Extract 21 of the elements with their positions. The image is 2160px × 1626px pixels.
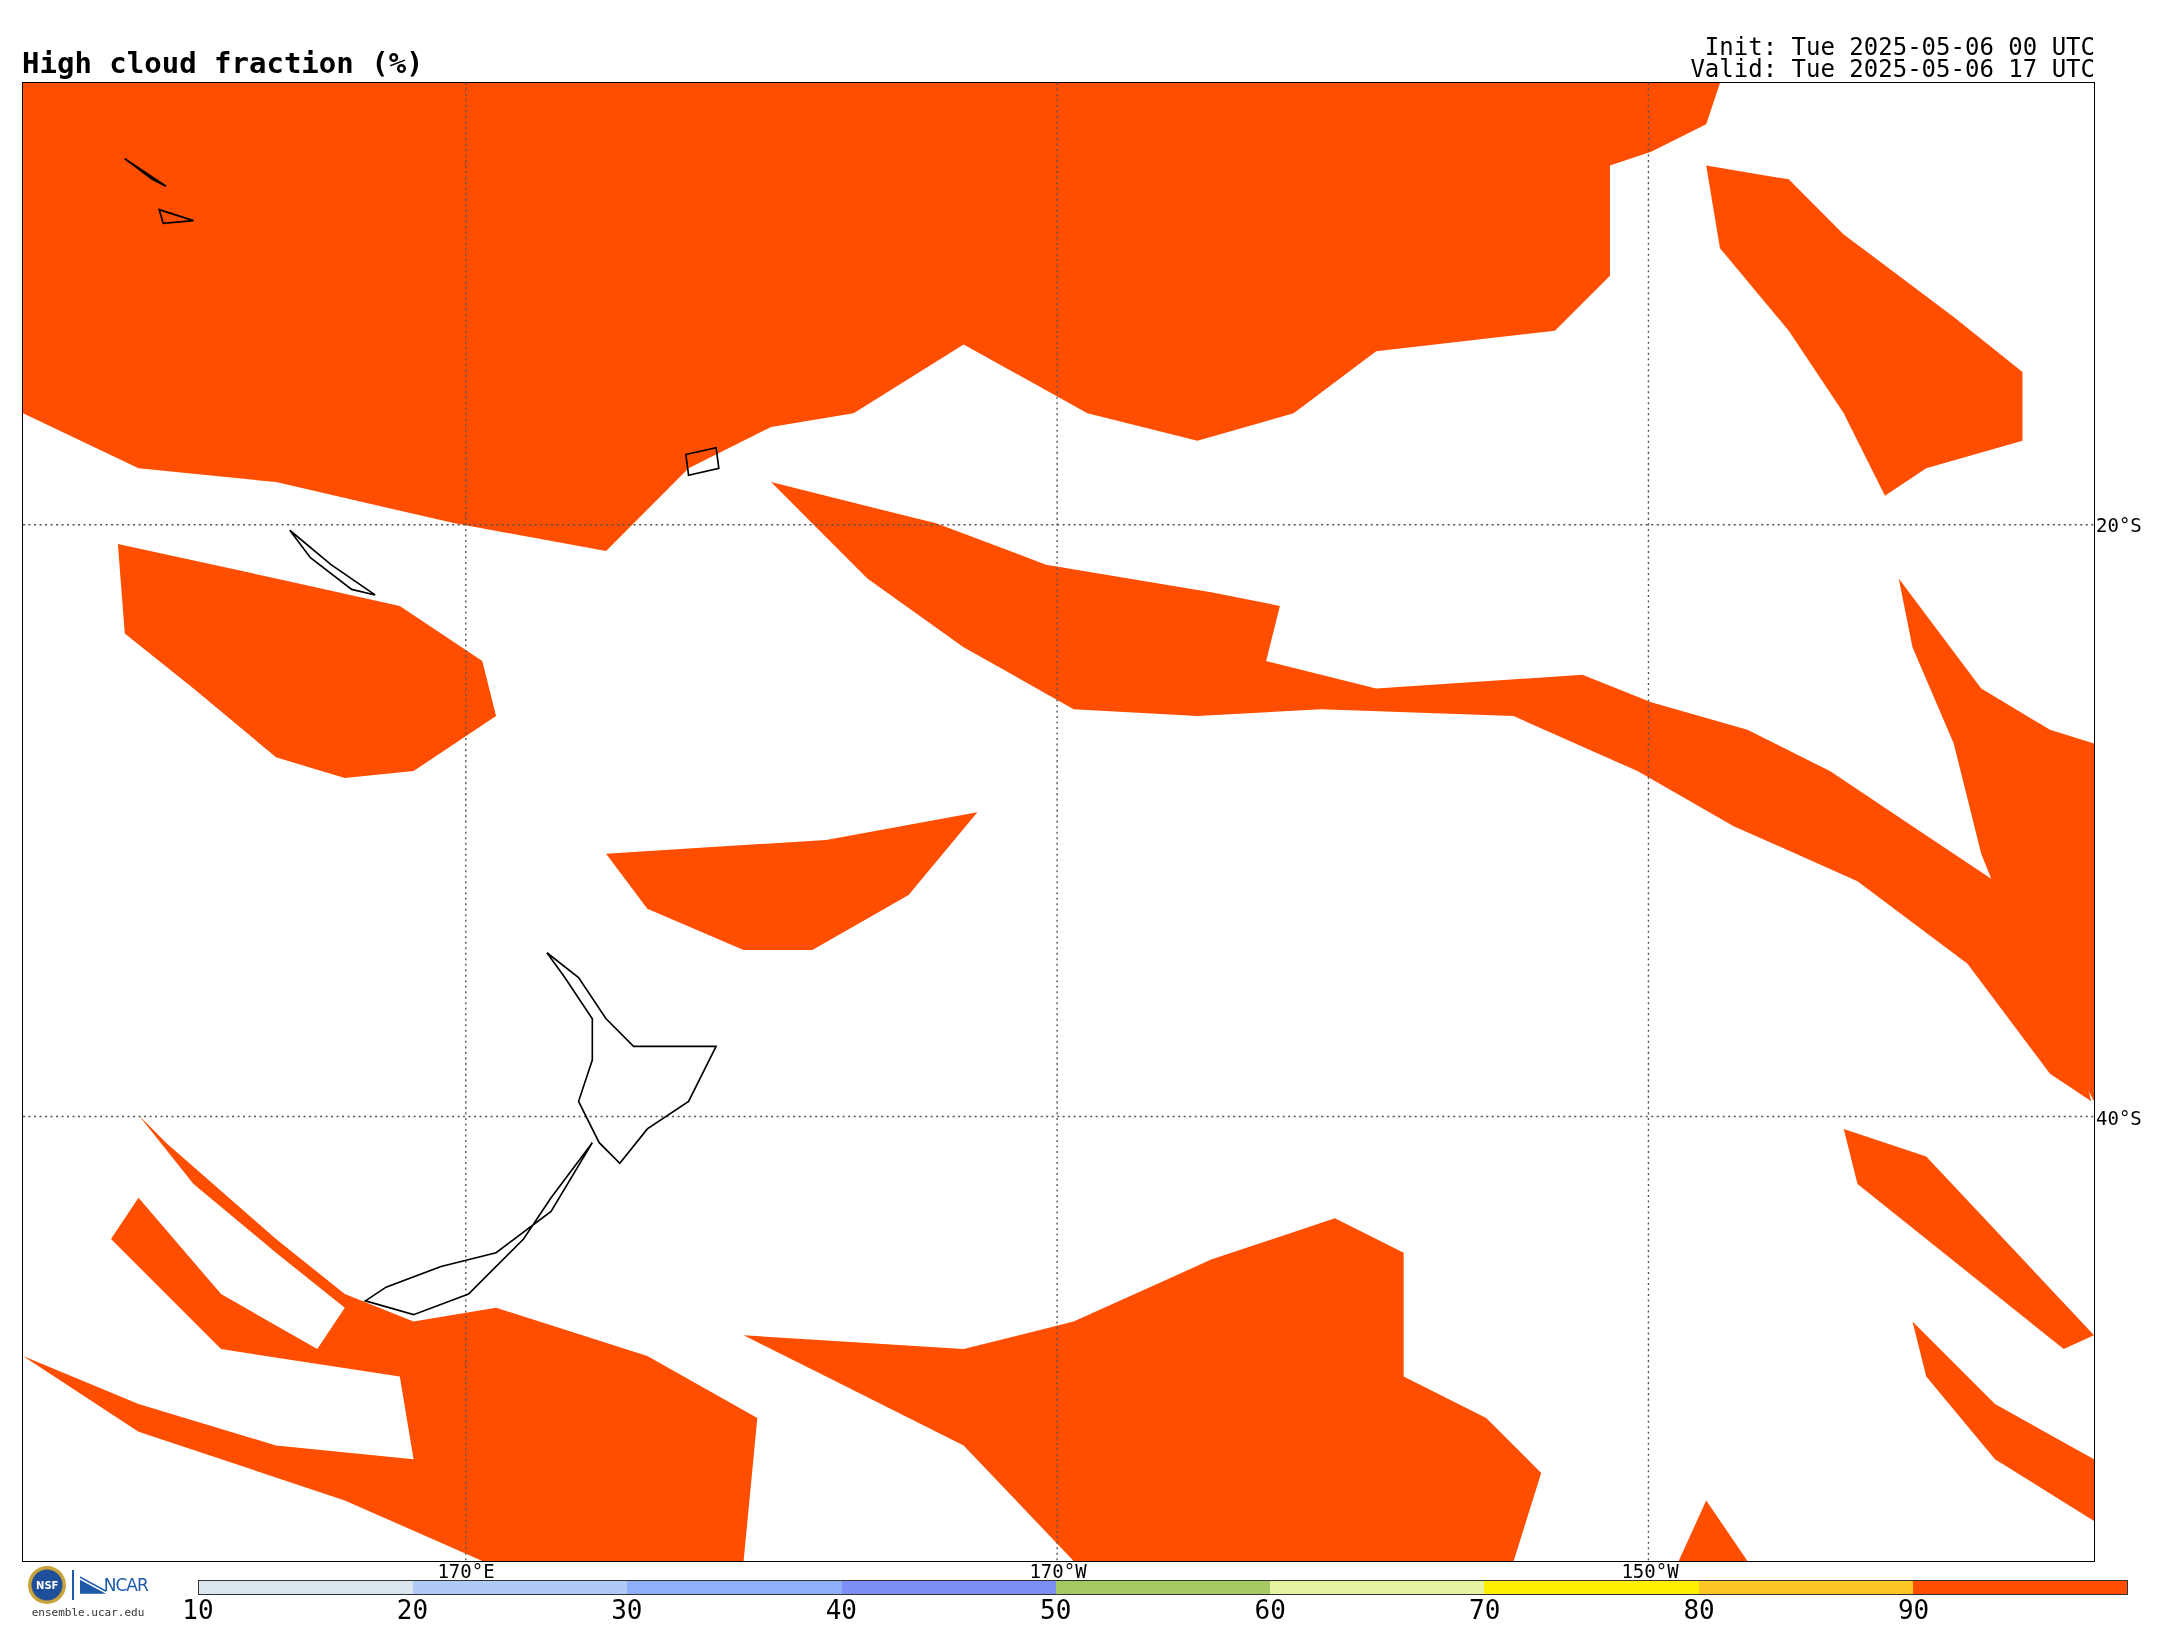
website-url: ensemble.ucar.edu: [31, 1606, 145, 1619]
map-title: High cloud fraction (%): [22, 46, 424, 80]
longitude-label: 170°E: [437, 1562, 495, 1580]
colorbar-tick-label: 80: [1683, 1596, 1715, 1624]
latitude-label: 40°S: [2096, 1108, 2142, 1128]
longitude-label: 170°W: [1029, 1562, 1087, 1580]
colorbar-tick-label: 10: [182, 1596, 214, 1624]
valid-time: Valid: Tue 2025-05-06 17 UTC: [1690, 58, 2095, 80]
latitude-label: 20°S: [2096, 515, 2142, 535]
colorbar-tick-label: 40: [825, 1596, 857, 1624]
colorbar-tick-label: 20: [396, 1596, 429, 1624]
colorbar-tick-label: 90: [1897, 1596, 1930, 1624]
ncar-logo-text: NCAR: [103, 1575, 148, 1595]
ncar-wave-icon: [79, 1576, 106, 1594]
colorbar-tick-label: 70: [1469, 1596, 1501, 1624]
colorbar-tick-label: 60: [1254, 1596, 1286, 1624]
init-time: Init: Tue 2025-05-06 00 UTC: [1704, 36, 2095, 58]
longitude-label: 150°W: [1621, 1562, 1679, 1580]
colorbar-tick-label: 50: [1040, 1596, 1072, 1624]
colorbar-tick-label: 30: [611, 1596, 643, 1624]
nsf-seal-logo: NSF: [28, 1566, 67, 1604]
